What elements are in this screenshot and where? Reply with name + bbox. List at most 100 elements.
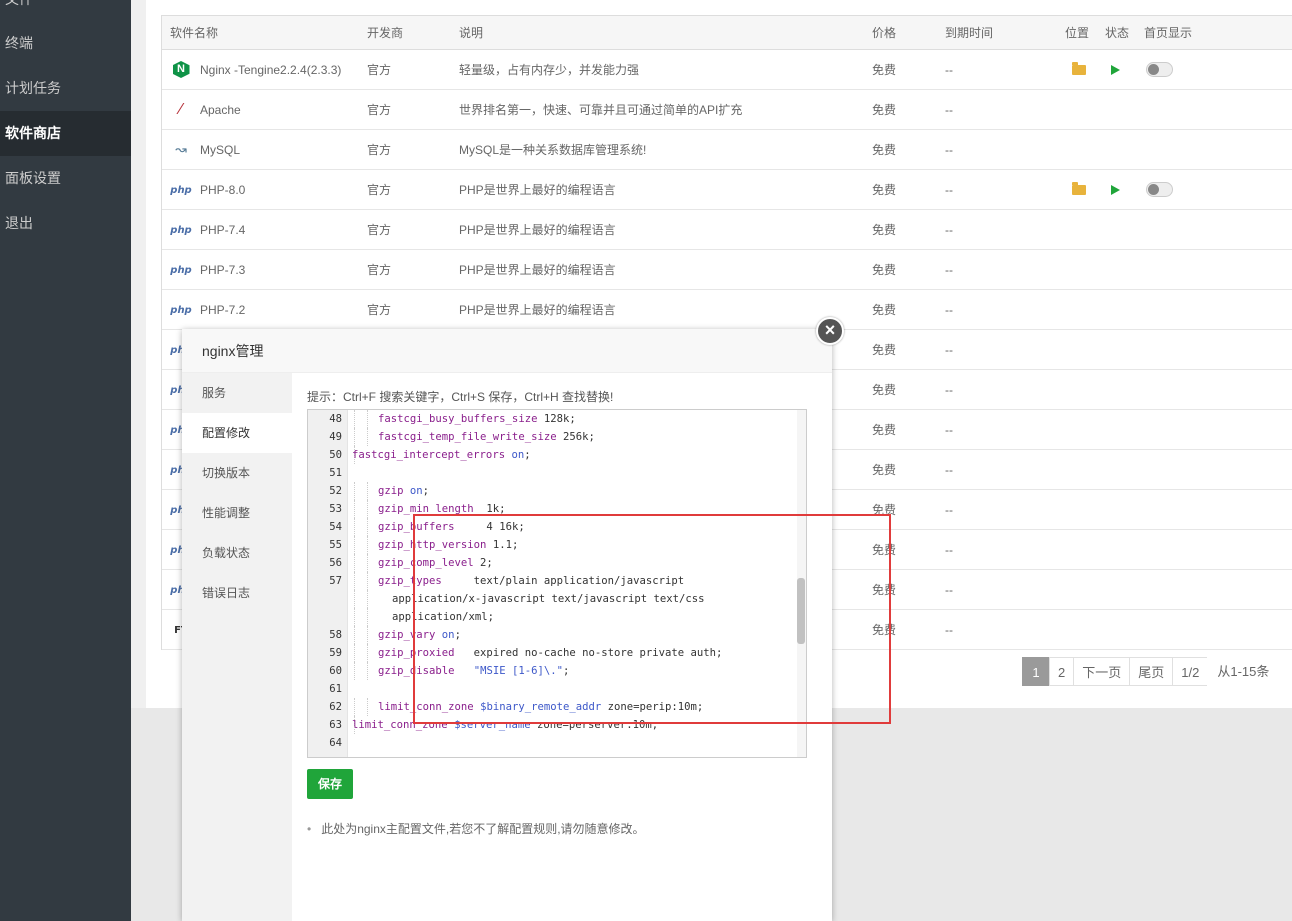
- header-home-display: 首页显示: [1144, 26, 1193, 40]
- header-expire: 到期时间: [945, 26, 994, 40]
- last-page-button[interactable]: 尾页: [1129, 657, 1174, 686]
- sidebar: 文件 终端 计划任务 软件商店 面板设置 退出: [0, 0, 131, 921]
- code-line[interactable]: 64: [308, 734, 798, 752]
- code-editor[interactable]: 48 fastcgi_busy_buffers_size 128k; 49 fastc…: [307, 409, 807, 758]
- indent-guide: [367, 554, 368, 572]
- sidebar-item-logout[interactable]: 退出: [0, 201, 131, 246]
- close-icon[interactable]: ×: [816, 317, 844, 345]
- expire-date: --: [945, 502, 953, 517]
- indent-guide: [354, 428, 355, 446]
- code-line[interactable]: 51: [308, 464, 798, 482]
- code-token: ;: [454, 629, 461, 641]
- code-text: gzip_types text/plain application/javasc…: [378, 572, 684, 590]
- play-icon[interactable]: [1111, 184, 1120, 195]
- code-line[interactable]: 53 gzip_min_length 1k;: [308, 500, 798, 518]
- code-token: gzip: [378, 485, 404, 497]
- code-token: zone=perserver:10m;: [530, 719, 659, 731]
- code-line[interactable]: 60 gzip_disable "MSIE [1-6]\.";: [308, 662, 798, 680]
- table-row[interactable]: ↝ MySQL 官方 MySQL是一种关系数据库管理系统! 免费 --: [162, 130, 1292, 170]
- header-description: 说明: [459, 26, 484, 40]
- table-row[interactable]: php PHP-8.0 官方 PHP是世界上最好的编程语言 免费 --: [162, 170, 1292, 210]
- code-line[interactable]: 57 gzip_types text/plain application/java…: [308, 572, 798, 590]
- code-line[interactable]: 56 gzip_comp_level 2;: [308, 554, 798, 572]
- line-number: 53: [329, 503, 342, 515]
- indent-guide: [354, 410, 355, 428]
- expire-date: --: [945, 262, 953, 277]
- code-line[interactable]: 59 gzip_proxied expired no-cache no-store…: [308, 644, 798, 662]
- code-text: fastcgi_temp_file_write_size 256k;: [378, 428, 595, 446]
- code-token: $server_name: [454, 719, 531, 731]
- code-token: on: [511, 449, 525, 461]
- tab-error-log[interactable]: 错误日志: [182, 573, 292, 613]
- php-icon: php: [170, 224, 192, 236]
- code-token: 1k;: [473, 503, 506, 515]
- code-token: on: [409, 485, 423, 497]
- code-line[interactable]: application/x-javascript text/javascript…: [308, 590, 798, 608]
- software-name: MySQL: [200, 142, 241, 157]
- code-line[interactable]: 49 fastcgi_temp_file_write_size 256k;: [308, 428, 798, 446]
- code-line[interactable]: 61: [308, 680, 798, 698]
- tab-performance[interactable]: 性能调整: [182, 493, 292, 533]
- line-number: 57: [329, 575, 342, 587]
- code-token: on: [441, 629, 455, 641]
- code-content[interactable]: 48 fastcgi_busy_buffers_size 128k; 49 fastc…: [308, 410, 798, 752]
- sidebar-item-panel-settings[interactable]: 面板设置: [0, 156, 131, 201]
- code-text: gzip_proxied expired no-cache no-store p…: [378, 644, 722, 662]
- sidebar-item-cron[interactable]: 计划任务: [0, 66, 131, 111]
- code-token: 1.1;: [486, 539, 519, 551]
- home-display-toggle[interactable]: [1146, 62, 1173, 77]
- play-icon[interactable]: [1111, 64, 1120, 75]
- expire-date: --: [945, 582, 953, 597]
- tab-service[interactable]: 服务: [182, 373, 292, 413]
- code-line[interactable]: application/xml;: [308, 608, 798, 626]
- code-line[interactable]: 58 gzip_vary on;: [308, 626, 798, 644]
- page-1-button[interactable]: 1: [1022, 657, 1050, 686]
- code-line[interactable]: 52 gzip on;: [308, 482, 798, 500]
- code-token: 4 16k;: [454, 521, 525, 533]
- indent-guide: [354, 644, 355, 662]
- home-display-toggle[interactable]: [1146, 182, 1173, 197]
- line-number: 61: [329, 683, 342, 695]
- price: 免费: [872, 583, 897, 597]
- code-line[interactable]: 63 limit_conn_zone $server_name zone=pers…: [308, 716, 798, 734]
- next-page-button[interactable]: 下一页: [1073, 657, 1131, 686]
- sidebar-item-terminal[interactable]: 终端: [0, 21, 131, 66]
- pagination: 1 2 下一页 尾页 1/2 从1-15条: [1022, 657, 1278, 686]
- table-row[interactable]: php PHP-7.4 官方 PHP是世界上最好的编程语言 免费 --: [162, 210, 1292, 250]
- folder-icon[interactable]: [1072, 61, 1086, 75]
- code-line[interactable]: 54 gzip_buffers 4 16k;: [308, 518, 798, 536]
- software-name: PHP-8.0: [200, 182, 246, 197]
- indent-guide: [367, 428, 368, 446]
- scrollbar-thumb[interactable]: [797, 578, 805, 644]
- line-number: 52: [329, 485, 342, 497]
- table-row[interactable]: ⁄ Apache 官方 世界排名第一，快速、可靠并且可通过简单的API扩充 免费 --: [162, 90, 1292, 130]
- indent-guide: [367, 572, 368, 590]
- indent-guide: [354, 608, 355, 626]
- tab-config-edit[interactable]: 配置修改: [182, 413, 292, 453]
- editor-scrollbar[interactable]: [797, 410, 806, 757]
- sidebar-item-files[interactable]: 文件: [0, 0, 131, 22]
- software-name: PHP-7.4: [200, 222, 246, 237]
- code-text: gzip_comp_level 2;: [378, 554, 493, 572]
- tab-switch-version[interactable]: 切换版本: [182, 453, 292, 493]
- code-line[interactable]: 50 fastcgi_intercept_errors on;: [308, 446, 798, 464]
- page-2-button[interactable]: 2: [1049, 657, 1075, 686]
- price: 免费: [872, 463, 897, 477]
- code-line[interactable]: 48 fastcgi_busy_buffers_size 128k;: [308, 410, 798, 428]
- indent-guide: [354, 554, 355, 572]
- tab-load-status[interactable]: 负载状态: [182, 533, 292, 573]
- table-row[interactable]: php PHP-7.3 官方 PHP是世界上最好的编程语言 免费 --: [162, 250, 1292, 290]
- expire-date: --: [945, 422, 953, 437]
- table-row[interactable]: N Nginx -Tengine2.2.4(2.3.3) 官方 轻量级，占有内存少，并…: [162, 50, 1292, 90]
- apache-icon: ⁄: [179, 100, 183, 118]
- code-line[interactable]: 62 limit_conn_zone $binary_remote_addr zo…: [308, 698, 798, 716]
- code-line[interactable]: 55 gzip_http_version 1.1;: [308, 536, 798, 554]
- save-button[interactable]: 保存: [307, 769, 353, 799]
- sidebar-item-software-store[interactable]: 软件商店: [0, 111, 131, 156]
- folder-icon[interactable]: [1072, 181, 1086, 195]
- line-number: 50: [329, 449, 342, 461]
- table-row[interactable]: php PHP-7.2 官方 PHP是世界上最好的编程语言 免费 --: [162, 290, 1292, 330]
- range-indicator: 从1-15条: [1207, 657, 1278, 686]
- code-token: gzip_disable: [378, 665, 455, 677]
- developer: 官方: [367, 263, 392, 277]
